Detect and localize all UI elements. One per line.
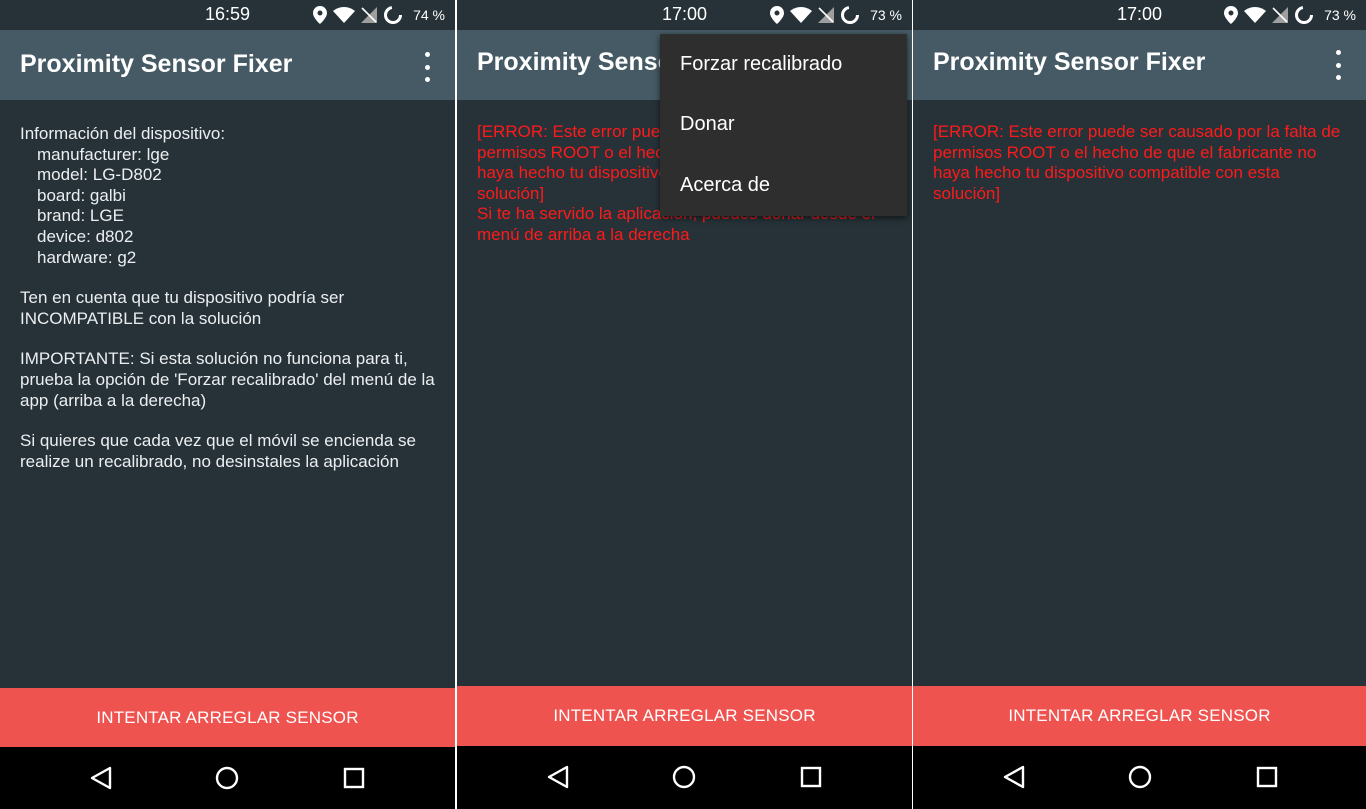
device-info-block: Información del dispositivo: manufacture… (20, 124, 435, 268)
device-info-hardware: hardware: g2 (37, 247, 137, 267)
battery-charging-ring-icon (1295, 6, 1314, 24)
home-icon[interactable] (1127, 764, 1153, 790)
recents-icon[interactable] (341, 765, 367, 791)
no-sim-icon (1272, 7, 1289, 23)
battery-charging-ring-icon (384, 6, 403, 24)
status-bar: 17:00 73 % (457, 0, 912, 30)
location-icon (1224, 6, 1239, 24)
fix-sensor-button[interactable]: INTENTAR ARREGLAR SENSOR (0, 688, 455, 748)
compatibility-warning: Ten en cuenta que tu dispositivo podría … (20, 288, 345, 328)
menu-item-about[interactable]: Acerca de (660, 155, 907, 216)
navigation-bar (913, 746, 1366, 809)
home-icon[interactable] (214, 765, 240, 791)
app-bar: Proximity Sensor Fixer (0, 30, 455, 100)
home-icon[interactable] (671, 764, 697, 790)
app-title: Proximity Sensor Fixer (20, 50, 293, 78)
location-icon (313, 6, 328, 24)
menu-item-donate[interactable]: Donar (660, 94, 907, 155)
important-note: IMPORTANTE: Si esta solución no funciona… (20, 349, 435, 410)
app-title: Proximity Sensor Fixer (933, 48, 1206, 76)
overflow-menu-icon[interactable] (1326, 50, 1350, 80)
overflow-menu: Forzar recalibrado Donar Acerca de (660, 34, 907, 216)
battery-percentage: 73 % (1324, 7, 1356, 23)
status-icons: 74 % (313, 5, 445, 25)
navigation-bar (0, 747, 455, 809)
status-icons: 73 % (1224, 5, 1356, 25)
fix-sensor-button[interactable]: INTENTAR ARREGLAR SENSOR (913, 686, 1366, 746)
location-icon (770, 6, 785, 24)
recents-icon[interactable] (798, 764, 824, 790)
back-icon[interactable] (1001, 764, 1027, 790)
error-content: [ERROR: Este error puede ser causado por… (933, 122, 1346, 204)
device-info-header: Información del dispositivo: (20, 124, 226, 143)
screen-error: 17:00 73 % Proximity Sensor Fixer [ERROR… (913, 0, 1366, 809)
screen-device-info: 16:59 74 % Proximity Sensor Fixer Inform… (0, 0, 455, 809)
screen-error-with-menu: 17:00 73 % Proximity Sensor Fixer [ERROR… (457, 0, 912, 809)
recents-icon[interactable] (1254, 764, 1280, 790)
wifi-icon (790, 7, 813, 23)
error-message: [ERROR: Este error puede ser causado por… (933, 122, 1341, 203)
status-bar: 16:59 74 % (0, 0, 455, 30)
uninstall-tip: Si quieres que cada vez que el móvil se … (20, 431, 416, 471)
battery-percentage: 74 % (413, 7, 445, 23)
overflow-menu-icon[interactable] (415, 52, 439, 82)
device-info-content: Información del dispositivo: manufacture… (20, 124, 435, 492)
navigation-bar (457, 746, 912, 809)
menu-item-force-recalibration[interactable]: Forzar recalibrado (660, 34, 907, 94)
no-sim-icon (361, 7, 378, 23)
app-bar: Proximity Sensor Fixer (913, 30, 1366, 100)
wifi-icon (333, 7, 356, 23)
device-info-device: device: d802 (37, 226, 134, 246)
fix-sensor-button[interactable]: INTENTAR ARREGLAR SENSOR (457, 686, 912, 746)
battery-percentage: 73 % (870, 7, 902, 23)
battery-charging-ring-icon (841, 6, 860, 24)
status-bar: 17:00 73 % (913, 0, 1366, 30)
wifi-icon (1244, 7, 1267, 23)
back-icon[interactable] (88, 765, 114, 791)
no-sim-icon (818, 7, 835, 23)
back-icon[interactable] (545, 764, 571, 790)
device-info-board: board: galbi (37, 185, 126, 205)
status-icons: 73 % (770, 5, 902, 25)
device-info-manufacturer: manufacturer: lge (37, 144, 170, 164)
device-info-brand: brand: LGE (37, 206, 124, 226)
device-info-model: model: LG-D802 (37, 165, 162, 185)
